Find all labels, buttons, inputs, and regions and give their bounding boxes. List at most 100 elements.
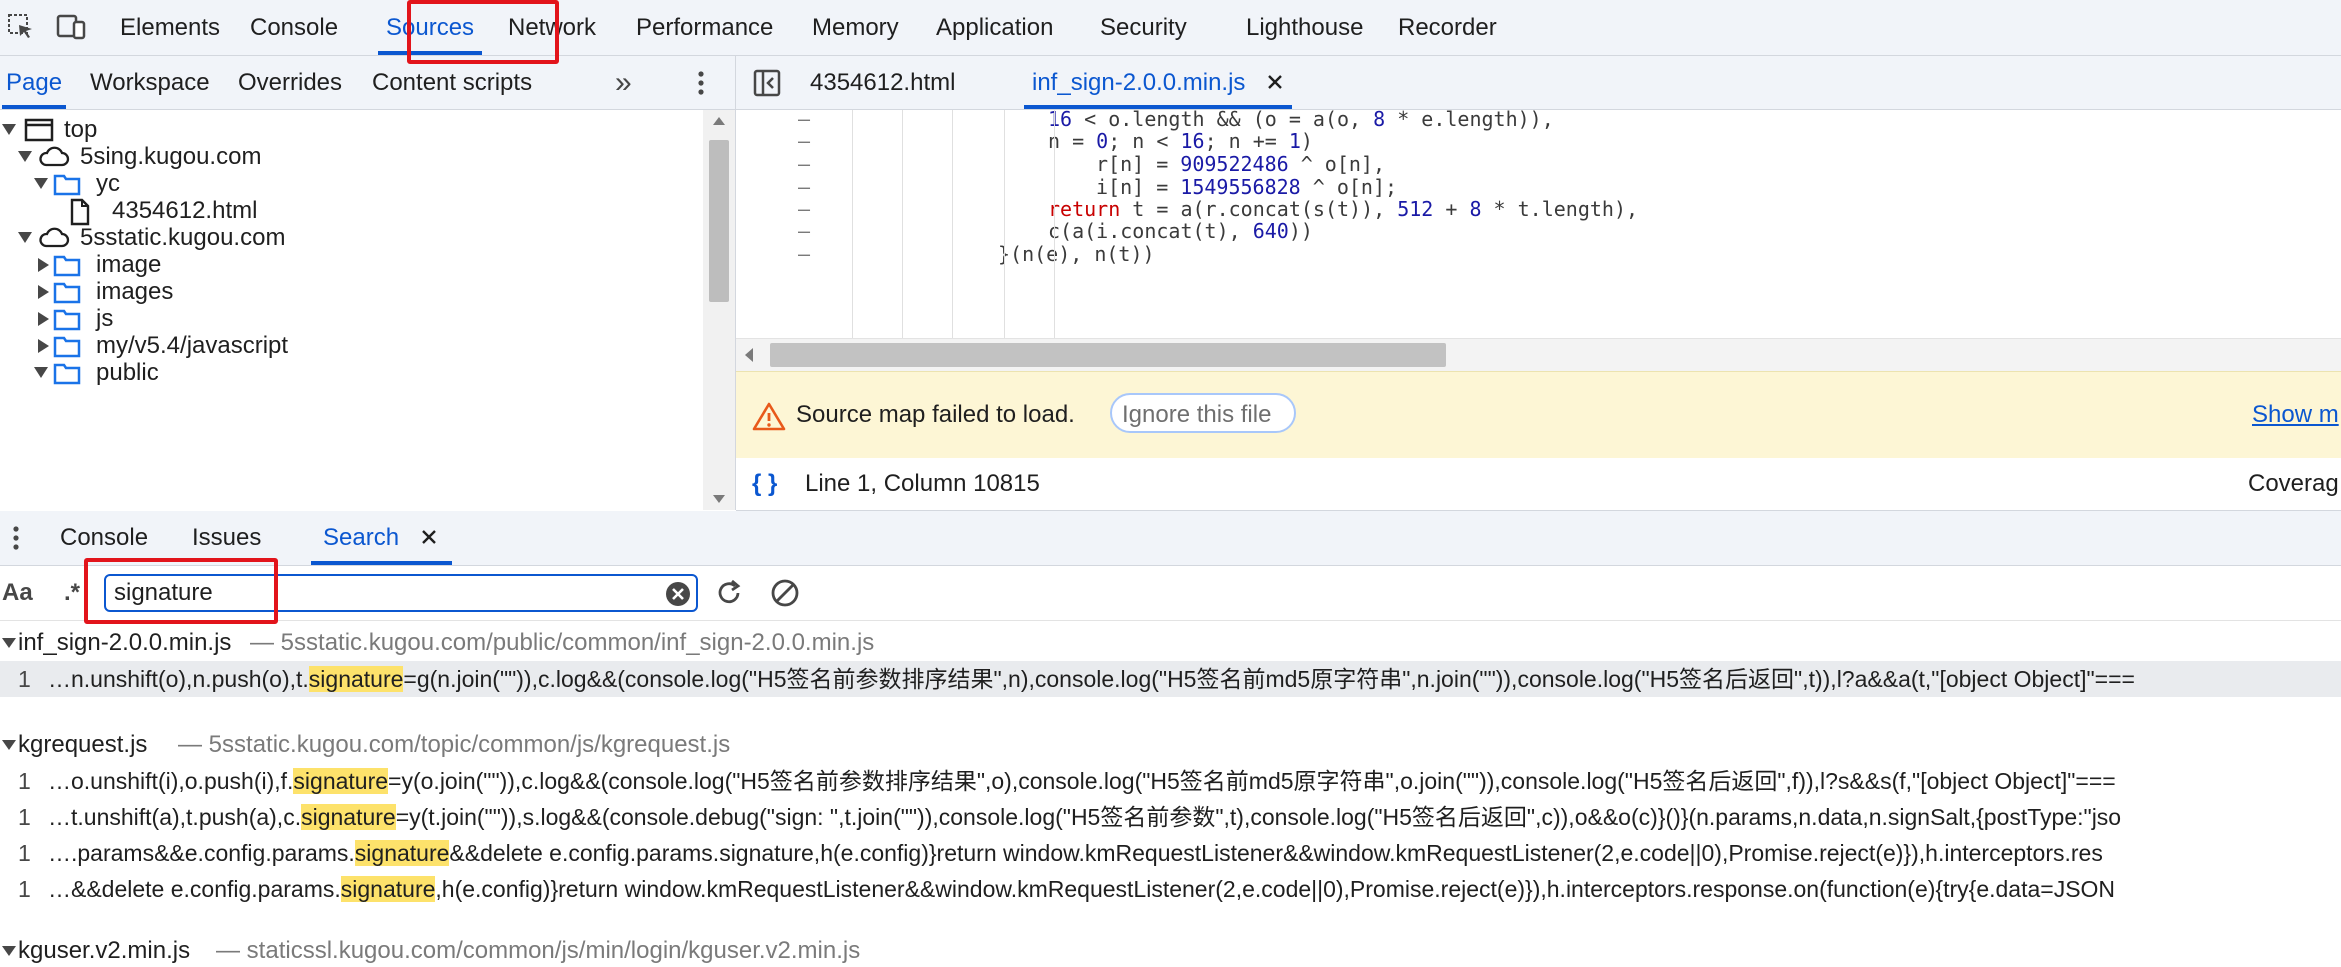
toggle-navigator-icon[interactable] <box>752 68 782 103</box>
editor-tab-html[interactable]: 4354612.html <box>810 56 955 109</box>
editor-horizontal-scrollbar[interactable] <box>736 338 2341 371</box>
result-match-line[interactable]: 1 …t.unshift(a),t.push(a),c.signature=y(… <box>0 799 2341 835</box>
tab-lighthouse[interactable]: Lighthouse <box>1246 0 1363 55</box>
navigator-tabbar: Page Workspace Overrides Content scripts… <box>0 56 736 110</box>
cursor-location: Line 1, Column 10815 <box>805 470 1040 497</box>
more-options-icon[interactable] <box>694 70 708 101</box>
editor-tabbar: 4354612.html inf_sign-2.0.0.min.js <box>736 56 2341 110</box>
expanded-arrow-icon[interactable] <box>18 232 32 243</box>
code-editor[interactable]: –16 < o.length && (o = a(o, 8 * e.length… <box>736 110 2341 338</box>
collapsed-arrow-icon[interactable] <box>38 285 49 299</box>
drawer-tab-label: Search <box>323 524 400 551</box>
navigator-tab-overrides[interactable]: Overrides <box>238 56 342 109</box>
match-highlight: signature <box>308 666 404 692</box>
scroll-down-icon[interactable] <box>712 494 726 504</box>
result-match-line[interactable]: 1 …n.unshift(o),n.push(o),t.signature=g(… <box>0 661 2341 697</box>
result-match-text: …t.unshift(a),t.push(a),c.signature=y(t.… <box>48 804 2122 830</box>
result-line-number: 1 <box>18 768 31 794</box>
match-highlight: signature <box>301 804 396 830</box>
tab-application[interactable]: Application <box>936 0 1053 55</box>
drawer-tab-search[interactable]: Search <box>311 511 452 565</box>
tab-network[interactable]: Network <box>508 0 596 55</box>
match-highlight: signature <box>340 876 436 902</box>
result-match-line[interactable]: 1 ….params&&e.config.params.signature&&d… <box>0 835 2341 871</box>
match-highlight: signature <box>354 840 450 866</box>
editor-tab-active[interactable]: inf_sign-2.0.0.min.js <box>1023 56 1293 109</box>
collapsed-arrow-icon[interactable] <box>38 339 49 353</box>
tree-scrollbar-thumb[interactable] <box>709 140 729 302</box>
code-line[interactable]: – }(n(e), n(t)) <box>736 237 2341 271</box>
clear-results-icon[interactable] <box>770 578 800 613</box>
tab-security[interactable]: Security <box>1100 0 1187 55</box>
result-match-text: ….params&&e.config.params.signature&&del… <box>48 840 2103 866</box>
device-toolbar-icon[interactable] <box>56 12 88 47</box>
result-file-path: — 5sstatic.kugou.com/public/common/inf_s… <box>250 629 875 656</box>
tab-console[interactable]: Console <box>250 0 338 55</box>
refresh-icon[interactable] <box>714 578 744 613</box>
show-more-link[interactable]: Show m <box>2252 372 2339 458</box>
close-tab-icon[interactable] <box>420 528 438 546</box>
result-file-path: — 5sstatic.kugou.com/topic/common/js/kgr… <box>178 731 731 758</box>
folder-icon <box>52 359 82 400</box>
result-file-name: kgrequest.js <box>18 731 148 758</box>
clear-search-icon[interactable] <box>664 580 692 613</box>
expanded-arrow-icon[interactable] <box>2 946 16 956</box>
navigator-tab-workspace[interactable]: Workspace <box>90 56 210 109</box>
match-case-toggle[interactable]: Aa <box>2 566 33 620</box>
expanded-arrow-icon[interactable] <box>34 178 48 189</box>
editor-status-bar: { } Line 1, Column 10815 Coverag <box>736 458 2341 511</box>
regex-toggle[interactable]: .* <box>64 566 80 620</box>
inspect-element-icon[interactable] <box>6 12 36 47</box>
result-file-name: kguser.v2.min.js <box>18 937 191 964</box>
result-line-number: 1 <box>18 666 31 692</box>
tree-scrollbar[interactable] <box>703 110 736 510</box>
tab-sources[interactable]: Sources <box>377 0 483 55</box>
devtools-main-tabbar: Elements Console Sources Network Perform… <box>0 0 2341 56</box>
scroll-left-icon[interactable] <box>744 347 754 363</box>
drawer-menu-icon[interactable] <box>10 525 22 556</box>
collapsed-arrow-icon[interactable] <box>38 258 49 272</box>
result-file-header[interactable]: inf_sign-2.0.0.min.js — 5sstatic.kugou.c… <box>0 625 2341 661</box>
match-highlight: signature <box>293 768 389 794</box>
result-match-line[interactable]: 1 …&&delete e.config.params.signature,h(… <box>0 871 2341 907</box>
line-gutter-marker[interactable]: – <box>798 237 838 271</box>
tree-item-label: public <box>96 359 159 386</box>
result-match-text: …&&delete e.config.params.signature,h(e.… <box>48 876 2116 902</box>
result-match-line[interactable]: 1 …o.unshift(i),o.push(i),f.signature=y(… <box>0 763 2341 799</box>
search-input[interactable] <box>104 574 698 612</box>
tree-item-folder[interactable]: public <box>0 353 700 393</box>
file-tree: top 5sing.kugou.com yc 4354612.html 5sst… <box>0 110 704 510</box>
result-match-text: …n.unshift(o),n.push(o),t.signature=g(n.… <box>48 666 2135 692</box>
expanded-arrow-icon[interactable] <box>2 740 16 750</box>
navigator-tab-content-scripts[interactable]: Content scripts <box>372 56 532 109</box>
navigator-tab-page[interactable]: Page <box>1 56 67 109</box>
result-file-header[interactable]: kguser.v2.min.js — staticssl.kugou.com/c… <box>0 933 2341 967</box>
expanded-arrow-icon[interactable] <box>18 151 32 162</box>
tab-elements[interactable]: Elements <box>120 0 220 55</box>
result-file-header[interactable]: kgrequest.js — 5sstatic.kugou.com/topic/… <box>0 727 2341 763</box>
close-tab-icon[interactable] <box>1266 73 1284 91</box>
code-line-text: }(n(e), n(t)) <box>998 242 1155 266</box>
coverage-indicator[interactable]: Coverag <box>2248 458 2339 510</box>
editor-scrollbar-thumb[interactable] <box>770 343 1446 367</box>
collapsed-arrow-icon[interactable] <box>38 312 49 326</box>
ignore-file-button[interactable]: Ignore this file <box>1110 393 1296 433</box>
result-match-text: …o.unshift(i),o.push(i),f.signature=y(o.… <box>48 768 2116 794</box>
result-line-number: 1 <box>18 840 31 866</box>
result-line-number: 1 <box>18 876 31 902</box>
drawer-tab-console[interactable]: Console <box>60 511 148 565</box>
pretty-print-icon[interactable]: { } <box>752 470 777 498</box>
expanded-arrow-icon[interactable] <box>2 638 16 648</box>
warning-icon <box>752 401 786 436</box>
expanded-arrow-icon[interactable] <box>2 124 16 135</box>
tab-memory[interactable]: Memory <box>812 0 899 55</box>
tab-performance[interactable]: Performance <box>636 0 773 55</box>
search-results: inf_sign-2.0.0.min.js — 5sstatic.kugou.c… <box>0 621 2341 967</box>
drawer-tabbar: Console Issues Search <box>0 511 2341 566</box>
tab-recorder[interactable]: Recorder <box>1398 0 1497 55</box>
expanded-arrow-icon[interactable] <box>34 367 48 378</box>
more-tabs-icon[interactable]: » <box>615 56 632 109</box>
result-line-number: 1 <box>18 804 31 830</box>
scroll-up-icon[interactable] <box>712 116 726 126</box>
drawer-tab-issues[interactable]: Issues <box>192 511 261 565</box>
